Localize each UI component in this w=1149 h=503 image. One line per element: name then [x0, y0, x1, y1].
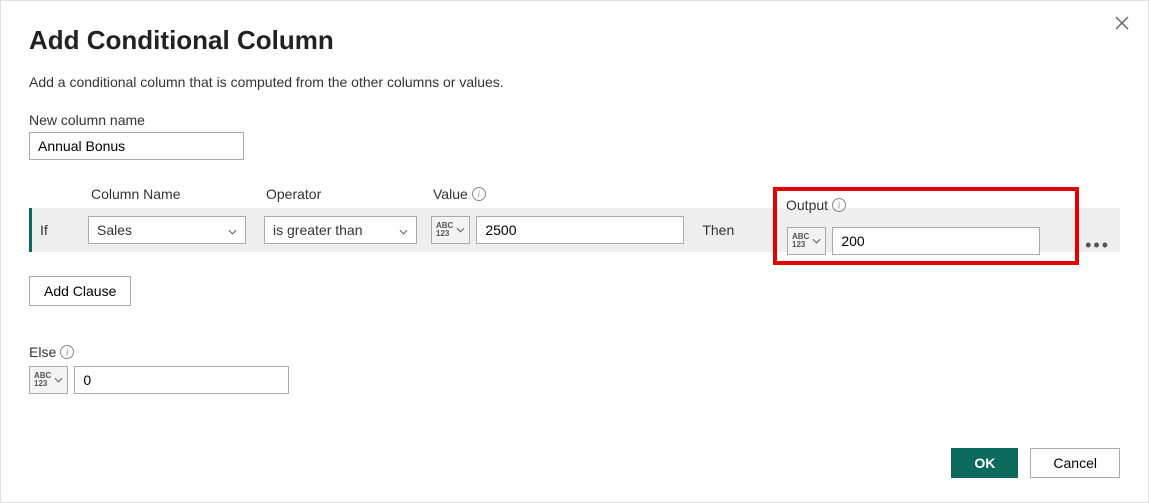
cancel-button[interactable]: Cancel — [1030, 448, 1120, 478]
else-input[interactable] — [74, 366, 289, 394]
output-input[interactable] — [832, 227, 1040, 255]
operator-dropdown[interactable]: is greater than — [264, 216, 417, 244]
close-button[interactable] — [1112, 13, 1132, 33]
header-column-name: Column Name — [91, 186, 266, 202]
dialog-title: Add Conditional Column — [29, 25, 1120, 56]
column-name-dropdown[interactable]: Sales — [88, 216, 246, 244]
dialog-footer: OK Cancel — [951, 448, 1120, 478]
else-type-selector[interactable]: ABC 123 — [29, 366, 68, 394]
output-type-selector[interactable]: ABC 123 — [787, 227, 826, 255]
dialog-subtitle: Add a conditional column that is compute… — [29, 74, 1120, 90]
chevron-down-icon — [54, 375, 63, 386]
add-clause-button[interactable]: Add Clause — [29, 276, 131, 306]
header-value: Value i — [433, 186, 753, 202]
else-section: Else i ABC 123 — [29, 344, 1120, 394]
chevron-down-icon — [812, 236, 821, 247]
chevron-down-icon — [399, 222, 408, 238]
ok-button[interactable]: OK — [951, 448, 1018, 478]
info-icon[interactable]: i — [832, 198, 846, 212]
output-highlight-box: Output i ABC 123 — [773, 187, 1079, 265]
new-column-name-input[interactable] — [29, 132, 244, 160]
header-output: Output i — [786, 197, 846, 213]
else-label: Else i — [29, 344, 1120, 360]
chevron-down-icon — [228, 222, 237, 238]
chevron-down-icon — [456, 225, 465, 236]
value-input[interactable] — [476, 216, 684, 244]
header-operator: Operator — [266, 186, 433, 202]
info-icon[interactable]: i — [472, 187, 486, 201]
value-type-selector[interactable]: ABC 123 — [431, 216, 470, 244]
add-conditional-column-dialog: Add Conditional Column Add a conditional… — [1, 1, 1148, 502]
if-label: If — [32, 222, 88, 238]
then-label: Then — [702, 222, 734, 238]
more-options-button[interactable]: ••• — [1085, 235, 1110, 256]
info-icon[interactable]: i — [60, 345, 74, 359]
new-column-name-label: New column name — [29, 112, 1120, 128]
close-icon — [1115, 16, 1129, 30]
